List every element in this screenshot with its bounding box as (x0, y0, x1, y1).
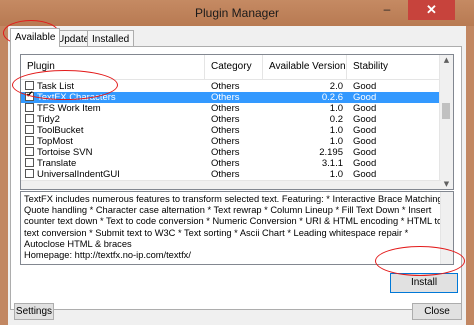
settings-button[interactable]: Settings (14, 303, 54, 320)
plugin-description: TextFX includes numerous features to tra… (20, 191, 454, 265)
scroll-down-arrow-icon[interactable]: ▼ (442, 180, 451, 188)
plugin-rows: Task List Others 2.0 Good TextFX Characters O… (21, 81, 441, 189)
description-text: TextFX includes numerous features to tra… (24, 194, 449, 249)
plugin-stability-cell: Good (353, 81, 377, 92)
plugin-checkbox[interactable] (25, 103, 34, 112)
scroll-up-arrow-icon[interactable]: ▲ (442, 56, 451, 64)
install-button[interactable]: Install (390, 273, 458, 293)
window-title: Plugin Manager (194, 6, 280, 20)
plugin-checkbox[interactable] (25, 114, 34, 123)
available-tab-panel: Plugin Category Available Version Stabil… (10, 46, 462, 310)
plugin-category-cell: Others (211, 125, 240, 136)
plugin-checkbox[interactable] (25, 125, 34, 134)
plugin-stability-cell: Good (353, 169, 377, 180)
plugin-stability-cell: Good (353, 136, 377, 147)
plugin-name-cell: TopMost (37, 136, 73, 147)
plugin-name-cell: Translate (37, 158, 77, 169)
column-header-version[interactable]: Available Version (263, 55, 347, 79)
plugin-row[interactable]: Task List Others 2.0 Good (21, 81, 441, 92)
plugin-name-cell: Task List (37, 81, 74, 92)
plugin-version-cell: 1.0 (329, 136, 343, 147)
plugin-stability-cell: Good (353, 92, 377, 103)
plugin-name-cell: TextFX Characters (37, 92, 116, 103)
window-frame-right (466, 26, 474, 325)
close-button[interactable]: Close (412, 303, 462, 320)
list-vertical-scrollbar[interactable]: ▲ ▼ (439, 55, 453, 189)
plugin-version-cell: 2.0 (329, 81, 343, 92)
plugin-version-cell: 0.2 (329, 114, 343, 125)
plugin-category-cell: Others (211, 92, 240, 103)
plugin-category-cell: Others (211, 103, 240, 114)
window-close-button[interactable]: ✕ (408, 0, 455, 20)
minimize-button[interactable]: – (375, 2, 399, 19)
title-bar: Plugin Manager – ✕ (0, 0, 474, 26)
plugin-version-cell: 2.195 (319, 147, 343, 158)
window-frame-left (0, 26, 8, 325)
plugin-name-cell: UniversalIndentGUI (37, 169, 120, 180)
plugin-version-cell: 1.0 (329, 169, 343, 180)
plugin-checkbox[interactable] (25, 136, 34, 145)
plugin-row[interactable]: Tortoise SVN Others 2.195 Good (21, 147, 441, 158)
plugin-row[interactable]: UniversalIndentGUI Others 1.0 Good (21, 169, 441, 180)
plugin-row[interactable]: ToolBucket Others 1.0 Good (21, 125, 441, 136)
plugin-version-cell: 0.2.6 (321, 92, 343, 103)
plugin-checkbox[interactable] (25, 169, 34, 178)
plugin-version-cell: 1.0 (329, 103, 343, 114)
plugin-stability-cell: Good (353, 114, 377, 125)
plugin-checkbox[interactable] (25, 90, 34, 101)
plugin-category-cell: Others (211, 158, 240, 169)
scroll-thumb[interactable] (442, 103, 450, 119)
plugin-category-cell: Others (211, 114, 240, 125)
plugin-stability-cell: Good (353, 125, 377, 136)
column-header-category[interactable]: Category (205, 55, 263, 79)
plugin-name-cell: Tidy2 (37, 114, 60, 125)
plugin-version-cell: 3.1.1 (321, 158, 343, 169)
plugin-checkbox[interactable] (25, 81, 34, 90)
plugin-name-cell: TFS Work Item (37, 103, 101, 114)
plugin-stability-cell: Good (353, 158, 377, 169)
plugin-checkbox[interactable] (25, 158, 34, 167)
tab-available[interactable]: Available (10, 28, 61, 47)
plugin-checkbox[interactable] (25, 147, 34, 156)
plugin-row[interactable]: Tidy2 Others 0.2 Good (21, 114, 441, 125)
plugin-name-cell: Tortoise SVN (37, 147, 93, 158)
plugin-name-cell: ToolBucket (37, 125, 84, 136)
plugin-row[interactable]: TopMost Others 1.0 Good (21, 136, 441, 147)
plugin-list[interactable]: Plugin Category Available Version Stabil… (20, 54, 454, 190)
column-header-plugin[interactable]: Plugin (21, 55, 205, 79)
description-scrollbar[interactable] (440, 192, 453, 264)
homepage-link: Homepage: http://textfx.no-ip.com/textfx… (24, 250, 191, 261)
plugin-category-cell: Others (211, 81, 240, 92)
plugin-category-cell: Others (211, 147, 240, 158)
column-header-stability[interactable]: Stability (347, 55, 441, 79)
plugin-row[interactable]: Translate Others 3.1.1 Good (21, 158, 441, 169)
plugin-stability-cell: Good (353, 103, 377, 114)
list-horizontal-scrollbar[interactable] (21, 180, 441, 189)
plugin-category-cell: Others (211, 169, 240, 180)
plugin-stability-cell: Good (353, 147, 377, 158)
tab-installed[interactable]: Installed (87, 30, 135, 47)
plugin-row[interactable]: TFS Work Item Others 1.0 Good (21, 103, 441, 114)
plugin-version-cell: 1.0 (329, 125, 343, 136)
list-header: Plugin Category Available Version Stabil… (21, 55, 441, 80)
plugin-row[interactable]: TextFX Characters Others 0.2.6 Good (21, 90, 441, 103)
plugin-category-cell: Others (211, 136, 240, 147)
dialog-client: Available Updates Installed Plugin Categ… (8, 26, 466, 325)
